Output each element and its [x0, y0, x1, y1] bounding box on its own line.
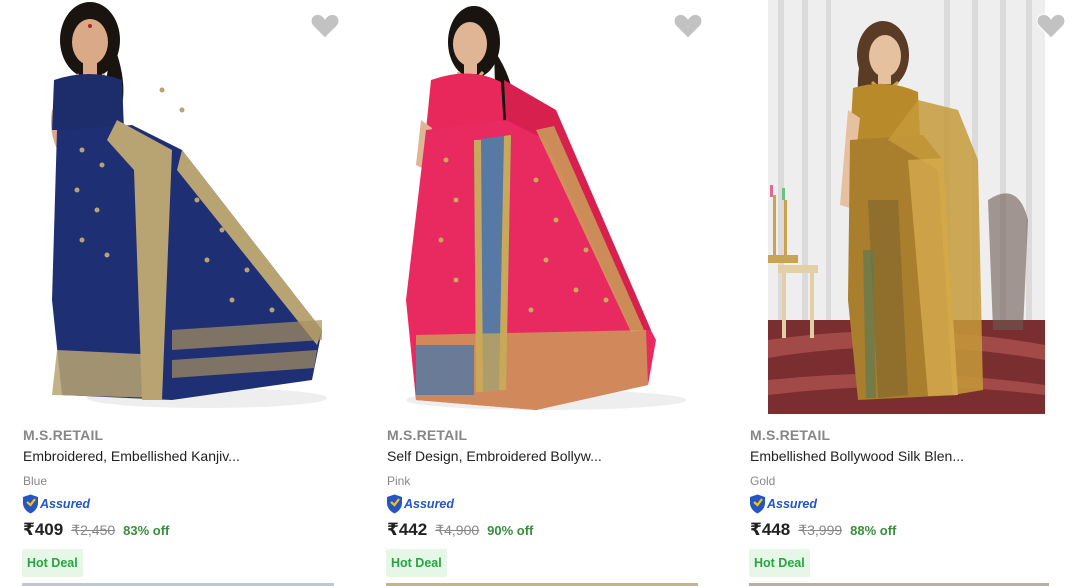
product-card[interactable]: M.S.RETAIL Embellished Bollywood Silk Bl… [749, 0, 1088, 586]
product-brand: M.S.RETAIL [387, 427, 468, 443]
product-grid: M.S.RETAIL Embroidered, Embellished Kanj… [0, 0, 1088, 586]
assured-badge: Assured [22, 494, 90, 514]
selling-price: ₹442 [387, 520, 428, 539]
product-brand: M.S.RETAIL [23, 427, 104, 443]
product-card[interactable]: M.S.RETAIL Embroidered, Embellished Kanj… [22, 0, 362, 586]
product-title[interactable]: Self Design, Embroidered Bollyw... [387, 448, 602, 464]
hot-deal-badge: Hot Deal [386, 549, 447, 577]
price-row: ₹442 ₹4,900 90% off [387, 520, 533, 540]
product-brand: M.S.RETAIL [750, 427, 831, 443]
assured-badge: Assured [749, 494, 817, 514]
assured-label: Assured [40, 497, 91, 511]
price-row: ₹409 ₹2,450 83% off [23, 520, 169, 540]
product-image[interactable] [22, 0, 340, 414]
original-price: ₹4,900 [435, 522, 480, 538]
original-price: ₹3,999 [798, 522, 843, 538]
price-row: ₹448 ₹3,999 88% off [750, 520, 896, 540]
assured-shield-icon [23, 494, 38, 514]
wishlist-heart-icon[interactable] [673, 12, 703, 40]
product-color: Gold [750, 474, 776, 488]
assured-badge: Assured [386, 494, 454, 514]
product-color: Blue [23, 474, 48, 488]
assured-shield-icon [750, 494, 765, 514]
product-image[interactable] [768, 0, 1045, 414]
hot-deal-badge: Hot Deal [749, 549, 810, 577]
original-price: ₹2,450 [71, 522, 116, 538]
product-card[interactable]: M.S.RETAIL Self Design, Embroidered Boll… [386, 0, 726, 586]
discount-percent: 90% off [487, 523, 534, 538]
assured-shield-icon [387, 494, 402, 514]
wishlist-heart-icon[interactable] [310, 12, 340, 40]
product-title[interactable]: Embroidered, Embellished Kanjiv... [23, 448, 240, 464]
discount-percent: 88% off [850, 523, 897, 538]
selling-price: ₹409 [23, 520, 64, 539]
product-image[interactable] [386, 0, 704, 414]
discount-percent: 83% off [123, 523, 170, 538]
selling-price: ₹448 [750, 520, 791, 539]
assured-label: Assured [404, 497, 455, 511]
hot-deal-badge: Hot Deal [22, 549, 83, 577]
product-color: Pink [387, 474, 411, 488]
product-title[interactable]: Embellished Bollywood Silk Blen... [750, 448, 964, 464]
assured-label: Assured [767, 497, 818, 511]
wishlist-heart-icon[interactable] [1036, 12, 1066, 40]
